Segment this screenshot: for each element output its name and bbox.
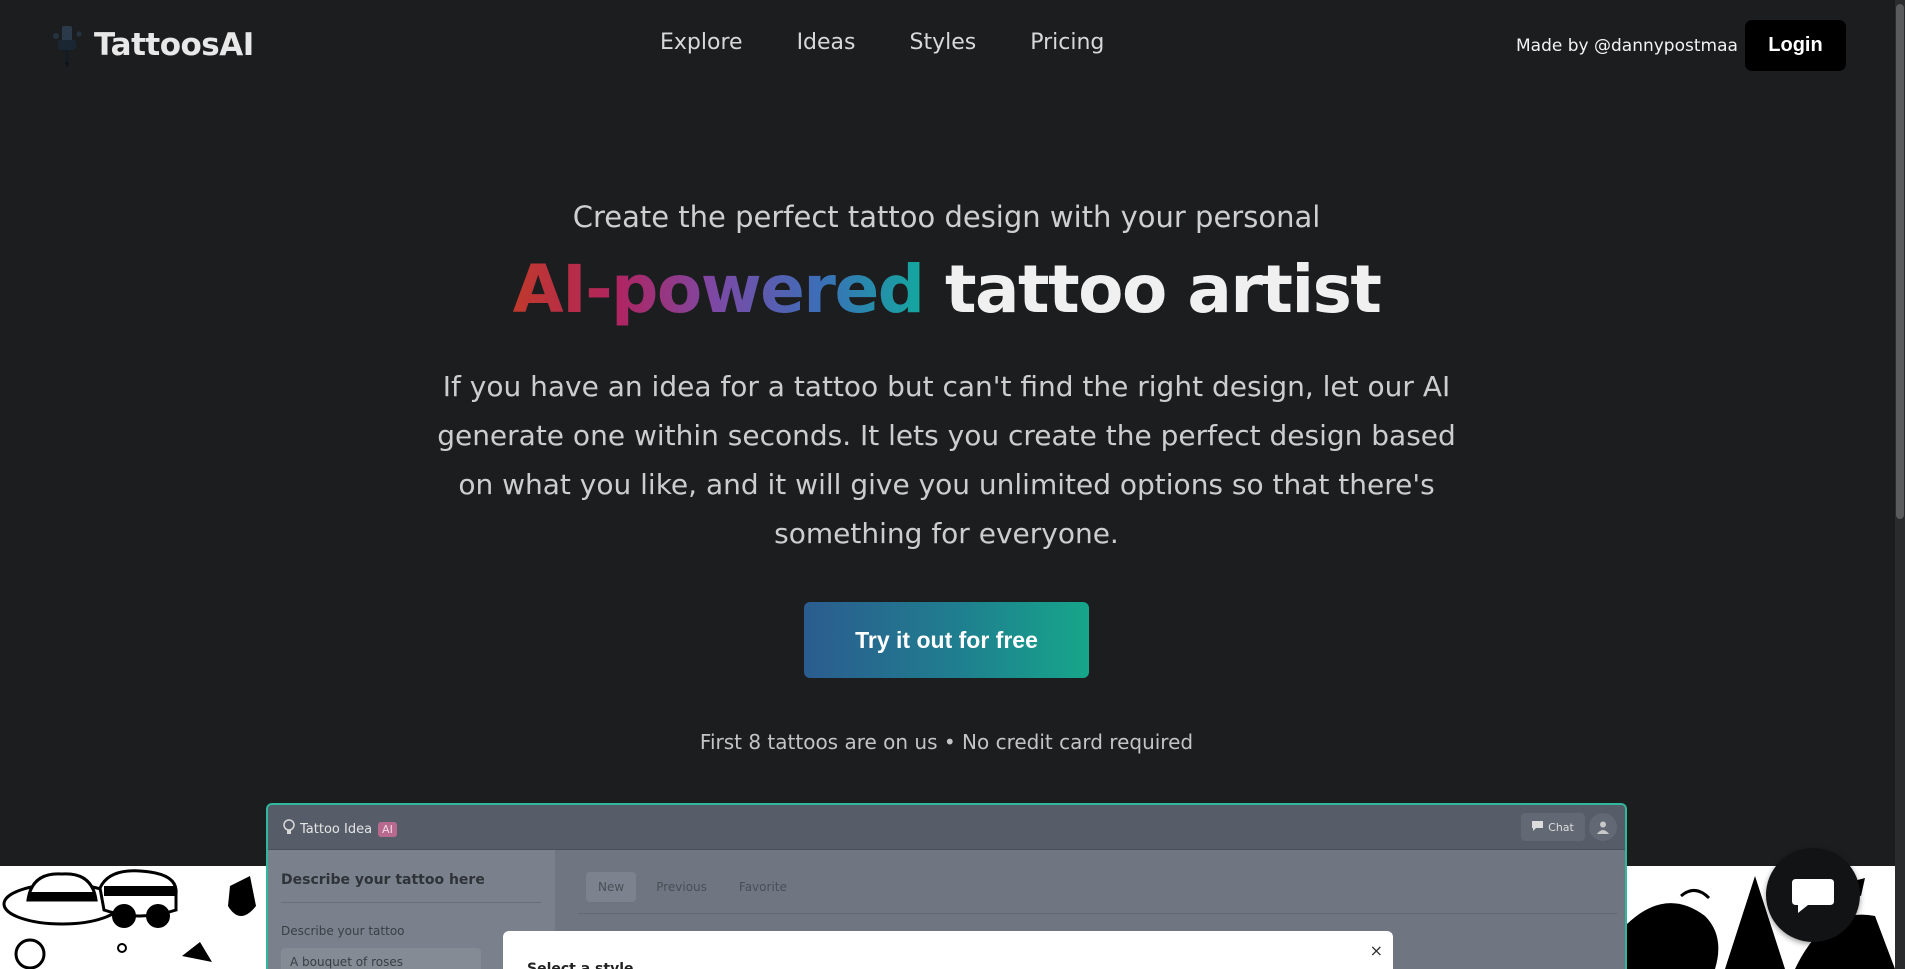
- preview-left-label: Describe your tattoo: [281, 924, 405, 938]
- hero-subtitle: Create the perfect tattoo design with yo…: [572, 200, 1321, 234]
- preview-tabs: New Previous Favorite: [586, 872, 799, 902]
- app-preview: Tattoo Idea AI Chat Describe your tattoo…: [266, 803, 1627, 969]
- divider: [578, 913, 1618, 914]
- tab-favorite[interactable]: Favorite: [727, 872, 799, 902]
- nav-styles[interactable]: Styles: [910, 30, 977, 55]
- site-header: TattoosAI Explore Ideas Styles Pricing M…: [0, 0, 1895, 92]
- preview-brand: Tattoo Idea AI: [282, 819, 397, 839]
- modal-title: Select a style: [527, 961, 634, 969]
- try-free-button[interactable]: Try it out for free: [804, 602, 1089, 678]
- preview-topbar: Tattoo Idea AI Chat: [268, 805, 1625, 850]
- scrollbar-thumb[interactable]: [1896, 4, 1904, 519]
- hero-title-rest: tattoo artist: [944, 251, 1382, 328]
- chat-icon: [1532, 820, 1544, 834]
- preview-left-title: Describe your tattoo here: [281, 872, 485, 888]
- login-button[interactable]: Login: [1745, 20, 1846, 71]
- close-icon[interactable]: ×: [1370, 941, 1383, 960]
- made-by-link[interactable]: Made by @dannypostmaa: [1516, 36, 1738, 56]
- main-nav: Explore Ideas Styles Pricing: [660, 30, 1158, 55]
- lightbulb-icon: [282, 819, 296, 839]
- preview-chat-label: Chat: [1548, 820, 1574, 834]
- nav-explore[interactable]: Explore: [660, 30, 743, 55]
- preview-brand-name: Tattoo Idea: [300, 821, 373, 837]
- chat-bubble-icon[interactable]: [1766, 848, 1860, 942]
- style-modal: Select a style ×: [503, 931, 1393, 969]
- preview-chat-button[interactable]: Chat: [1521, 813, 1585, 841]
- tab-new[interactable]: New: [586, 872, 637, 902]
- ai-badge: AI: [378, 821, 397, 837]
- brand-link[interactable]: TattoosAI: [48, 22, 254, 68]
- brand-name: TattoosAI: [94, 27, 254, 63]
- tab-previous[interactable]: Previous: [644, 872, 719, 902]
- hero-title-gradient: AI-powered: [512, 251, 925, 328]
- divider: [281, 902, 541, 903]
- nav-ideas[interactable]: Ideas: [797, 30, 856, 55]
- nav-pricing[interactable]: Pricing: [1030, 30, 1104, 55]
- tattoo-description-input[interactable]: A bouquet of roses: [281, 948, 481, 969]
- hero-description: If you have an idea for a tattoo but can…: [437, 370, 1456, 550]
- cta-note: First 8 tattoos are on us • No credit ca…: [699, 730, 1194, 754]
- page-scrollbar[interactable]: [1895, 0, 1905, 969]
- tattoo-illustrations-left: [0, 866, 268, 969]
- tattoo-machine-icon: [48, 22, 88, 68]
- hero-title: AI-powered tattoo artist: [0, 250, 1893, 330]
- user-icon[interactable]: [1589, 813, 1617, 841]
